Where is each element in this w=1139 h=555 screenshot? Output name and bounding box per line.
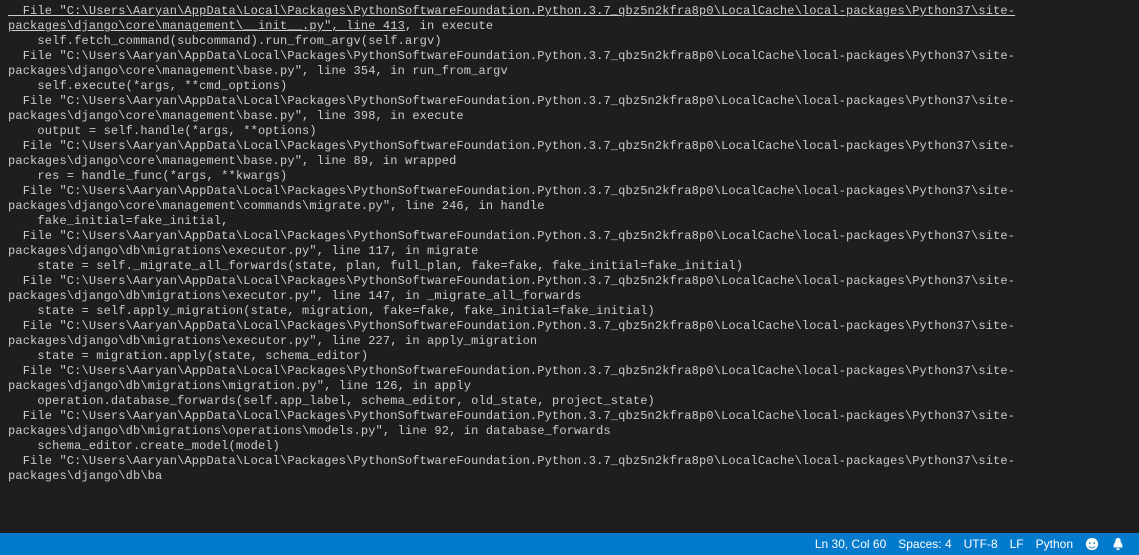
feedback-icon[interactable]	[1079, 533, 1105, 555]
traceback-line: File "C:\Users\Aaryan\AppData\Local\Pack…	[8, 139, 1131, 169]
traceback-code-line: state = self._migrate_all_forwards(state…	[8, 259, 1131, 274]
cursor-position[interactable]: Ln 30, Col 60	[809, 533, 892, 555]
traceback-code-line: operation.database_forwards(self.app_lab…	[8, 394, 1131, 409]
traceback-line: File "C:\Users\Aaryan\AppData\Local\Pack…	[8, 274, 1131, 304]
traceback-code-line: schema_editor.create_model(model)	[8, 439, 1131, 454]
traceback-code-line: res = handle_func(*args, **kwargs)	[8, 169, 1131, 184]
traceback-line: File "C:\Users\Aaryan\AppData\Local\Pack…	[8, 4, 1131, 34]
traceback-line: File "C:\Users\Aaryan\AppData\Local\Pack…	[8, 409, 1131, 439]
traceback-line: File "C:\Users\Aaryan\AppData\Local\Pack…	[8, 364, 1131, 394]
language-mode[interactable]: Python	[1030, 533, 1079, 555]
indentation-setting[interactable]: Spaces: 4	[892, 533, 957, 555]
traceback-line: File "C:\Users\Aaryan\AppData\Local\Pack…	[8, 94, 1131, 124]
traceback-code-line: fake_initial=fake_initial,	[8, 214, 1131, 229]
terminal-output[interactable]: File "C:\Users\Aaryan\AppData\Local\Pack…	[0, 0, 1139, 533]
eol-setting[interactable]: LF	[1004, 533, 1030, 555]
traceback-code-line: state = migration.apply(state, schema_ed…	[8, 349, 1131, 364]
traceback-line: File "C:\Users\Aaryan\AppData\Local\Pack…	[8, 229, 1131, 259]
traceback-code-line: self.fetch_command(subcommand).run_from_…	[8, 34, 1131, 49]
status-left-spacer	[8, 533, 20, 555]
status-bar: Ln 30, Col 60 Spaces: 4 UTF-8 LF Python	[0, 533, 1139, 555]
traceback-code-line: state = self.apply_migration(state, migr…	[8, 304, 1131, 319]
traceback-line: File "C:\Users\Aaryan\AppData\Local\Pack…	[8, 184, 1131, 214]
traceback-code-line: output = self.handle(*args, **options)	[8, 124, 1131, 139]
traceback-line: File "C:\Users\Aaryan\AppData\Local\Pack…	[8, 319, 1131, 349]
notifications-icon[interactable]	[1105, 533, 1131, 555]
encoding-setting[interactable]: UTF-8	[958, 533, 1004, 555]
traceback-line: File "C:\Users\Aaryan\AppData\Local\Pack…	[8, 454, 1131, 484]
traceback-line: File "C:\Users\Aaryan\AppData\Local\Pack…	[8, 49, 1131, 79]
traceback-code-line: self.execute(*args, **cmd_options)	[8, 79, 1131, 94]
